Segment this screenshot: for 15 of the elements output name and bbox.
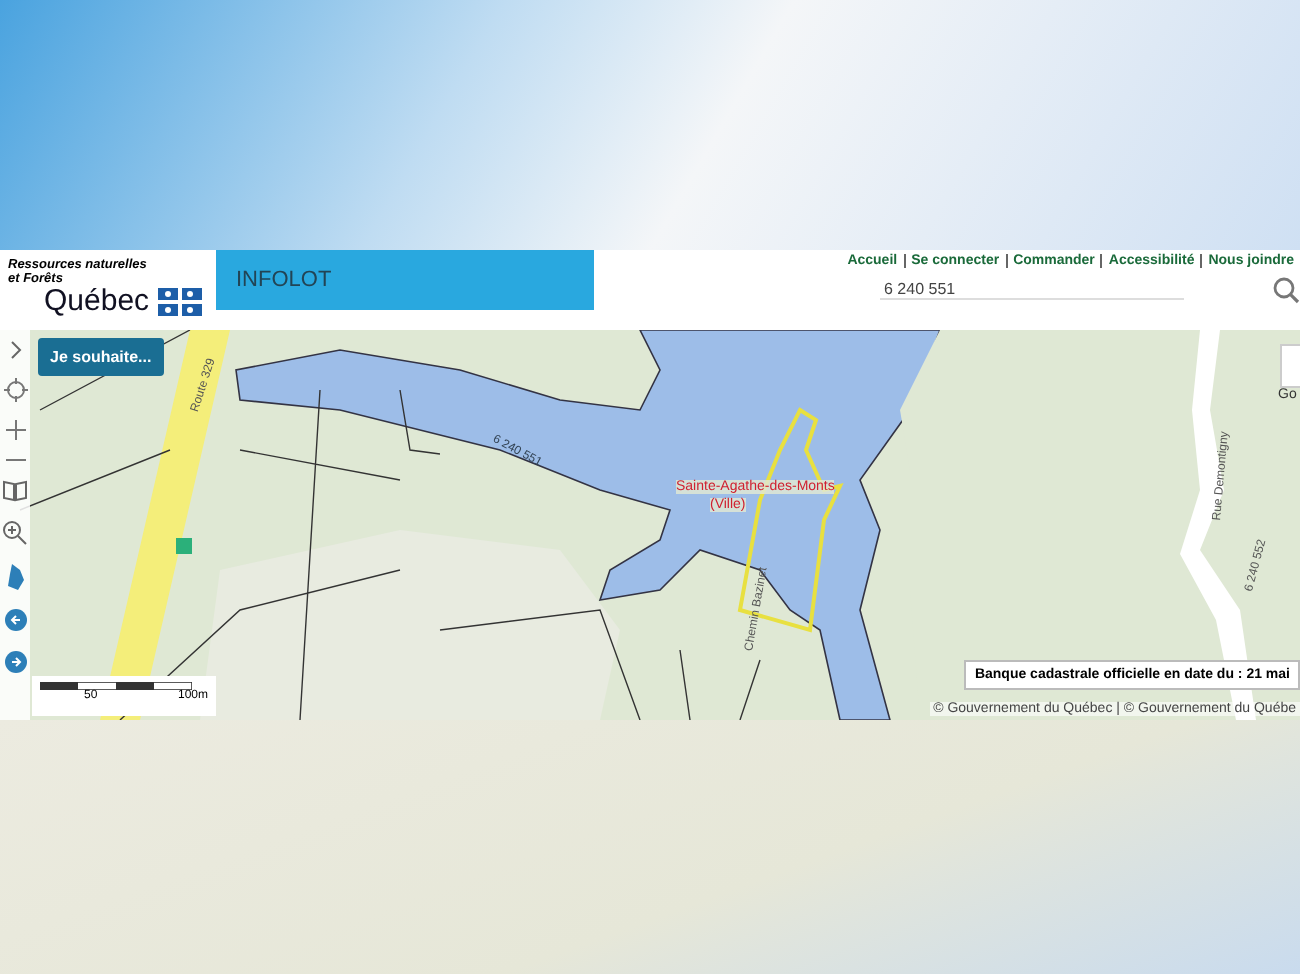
logo-text: Québec <box>44 286 150 318</box>
chevron-right-icon[interactable] <box>7 340 23 360</box>
arrow-left-icon[interactable] <box>3 608 27 632</box>
app-title: INFOLOT <box>236 268 332 292</box>
search-field[interactable]: 6 240 551 <box>880 280 1184 300</box>
book-icon[interactable] <box>2 480 28 502</box>
zoom-in-icon[interactable] <box>5 420 25 440</box>
search-icon[interactable] <box>1272 276 1300 304</box>
province-shape-icon[interactable] <box>5 564 25 590</box>
action-button[interactable]: Je souhaite... <box>38 338 164 376</box>
flag-icon <box>157 288 202 316</box>
arrow-right-icon[interactable] <box>3 650 27 674</box>
locate-icon[interactable] <box>3 378 27 402</box>
scale-ruler-icon <box>40 682 192 690</box>
zoom-box-icon[interactable] <box>2 520 28 546</box>
